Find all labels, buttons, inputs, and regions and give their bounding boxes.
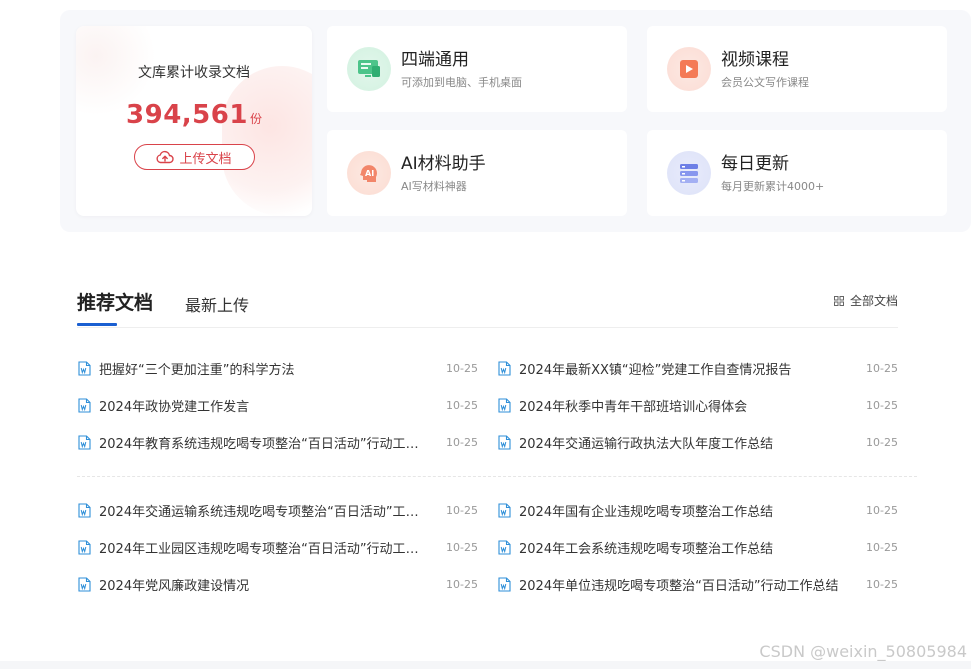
document-date: 10-25 <box>446 435 478 449</box>
word-doc-icon <box>78 360 91 376</box>
document-row[interactable]: 2024年工会系统违规吃喝专项整治工作总结 10-25 <box>498 537 898 557</box>
document-row[interactable]: 2024年交通运输行政执法大队年度工作总结 10-25 <box>498 432 898 452</box>
document-title[interactable]: 2024年党风廉政建设情况 <box>99 575 425 594</box>
bottom-strip <box>0 661 971 669</box>
tab-active-indicator <box>77 323 117 326</box>
document-row[interactable]: 2024年单位违规吃喝专项整治“百日活动”行动工作总结 10-25 <box>498 574 898 594</box>
word-doc-icon <box>498 360 511 376</box>
cloud-upload-icon <box>156 150 175 164</box>
feature-card-ai-assistant[interactable]: AI AI材料助手 AI写材料神器 <box>327 130 627 216</box>
document-date: 10-25 <box>866 577 898 591</box>
document-title[interactable]: 2024年最新XX镇“迎检”党建工作自查情况报告 <box>519 359 845 378</box>
stack-icon <box>667 151 711 195</box>
feature-subtitle: AI写材料神器 <box>401 179 467 193</box>
devices-icon <box>347 47 391 91</box>
library-stats-card: 文库累计收录文档 394,561 份 上传文档 <box>76 26 312 216</box>
grid-icon <box>833 295 844 306</box>
upload-document-button[interactable]: 上传文档 <box>133 144 255 170</box>
feature-title: 每日更新 <box>721 153 789 174</box>
feature-subtitle: 每月更新累计4000+ <box>721 179 825 193</box>
feature-title: AI材料助手 <box>401 153 486 174</box>
document-date: 10-25 <box>446 540 478 554</box>
document-row[interactable]: 2024年国有企业违规吃喝专项整治工作总结 10-25 <box>498 500 898 520</box>
document-title[interactable]: 2024年政协党建工作发言 <box>99 396 425 415</box>
video-icon <box>667 47 711 91</box>
document-row[interactable]: 2024年工业园区违规吃喝专项整治“百日活动”行动工作总结 10-25 <box>78 537 478 557</box>
word-doc-icon <box>498 502 511 518</box>
feature-card-multi-device[interactable]: 四端通用 可添加到电脑、手机桌面 <box>327 26 627 112</box>
document-row[interactable]: 2024年党风廉政建设情况 10-25 <box>78 574 478 594</box>
tab-latest-upload[interactable]: 最新上传 <box>185 292 249 316</box>
document-row[interactable]: 2024年最新XX镇“迎检”党建工作自查情况报告 10-25 <box>498 358 898 378</box>
word-doc-icon <box>78 434 91 450</box>
list-divider <box>77 476 917 477</box>
document-title[interactable]: 2024年交通运输行政执法大队年度工作总结 <box>519 433 845 452</box>
feature-subtitle: 会员公文写作课程 <box>721 75 809 89</box>
document-date: 10-25 <box>866 435 898 449</box>
document-date: 10-25 <box>866 503 898 517</box>
document-title[interactable]: 2024年秋季中青年干部班培训心得体会 <box>519 396 845 415</box>
tab-recommended[interactable]: 推荐文档 <box>77 288 153 315</box>
document-date: 10-25 <box>866 361 898 375</box>
document-title[interactable]: 2024年教育系统违规吃喝专项整治“百日活动”行动工作总结 <box>99 433 425 452</box>
ai-head-icon: AI <box>347 151 391 195</box>
document-date: 10-25 <box>866 540 898 554</box>
document-date: 10-25 <box>446 577 478 591</box>
document-title[interactable]: 2024年交通运输系统违规吃喝专项整治“百日活动”工作总结 <box>99 501 425 520</box>
decoration-blob <box>222 66 312 216</box>
upload-button-label: 上传文档 <box>179 151 232 167</box>
word-doc-icon <box>78 397 91 413</box>
document-date: 10-25 <box>866 398 898 412</box>
word-doc-icon <box>78 502 91 518</box>
stats-label: 文库累计收录文档 <box>138 65 250 81</box>
word-doc-icon <box>78 539 91 555</box>
feature-card-daily-update[interactable]: 每日更新 每月更新累计4000+ <box>647 130 947 216</box>
document-date: 10-25 <box>446 503 478 517</box>
feature-title: 四端通用 <box>401 49 469 70</box>
word-doc-icon <box>498 434 511 450</box>
document-title[interactable]: 2024年工会系统违规吃喝专项整治工作总结 <box>519 538 845 557</box>
document-date: 10-25 <box>446 398 478 412</box>
all-documents-link[interactable]: 全部文档 <box>833 292 898 309</box>
document-row[interactable]: 把握好“三个更加注重”的科学方法 10-25 <box>78 358 478 378</box>
stats-unit: 份 <box>249 112 262 126</box>
stats-number-row: 394,561 份 <box>76 100 312 130</box>
word-doc-icon <box>498 576 511 592</box>
svg-text:AI: AI <box>365 169 374 178</box>
document-row[interactable]: 2024年秋季中青年干部班培训心得体会 10-25 <box>498 395 898 415</box>
feature-title: 视频课程 <box>721 49 789 70</box>
watermark: CSDN @weixin_50805984 <box>759 642 967 661</box>
document-tabs: 推荐文档 最新上传 全部文档 <box>77 286 898 328</box>
word-doc-icon <box>498 397 511 413</box>
document-title[interactable]: 把握好“三个更加注重”的科学方法 <box>99 359 425 378</box>
document-row[interactable]: 2024年教育系统违规吃喝专项整治“百日活动”行动工作总结 10-25 <box>78 432 478 452</box>
all-documents-label: 全部文档 <box>849 294 898 308</box>
document-row[interactable]: 2024年政协党建工作发言 10-25 <box>78 395 478 415</box>
word-doc-icon <box>78 576 91 592</box>
document-title[interactable]: 2024年单位违规吃喝专项整治“百日活动”行动工作总结 <box>519 575 845 594</box>
word-doc-icon <box>498 539 511 555</box>
document-row[interactable]: 2024年交通运输系统违规吃喝专项整治“百日活动”工作总结 10-25 <box>78 500 478 520</box>
document-title[interactable]: 2024年工业园区违规吃喝专项整治“百日活动”行动工作总结 <box>99 538 425 557</box>
document-date: 10-25 <box>446 361 478 375</box>
feature-subtitle: 可添加到电脑、手机桌面 <box>401 75 522 89</box>
feature-card-video-course[interactable]: 视频课程 会员公文写作课程 <box>647 26 947 112</box>
document-title[interactable]: 2024年国有企业违规吃喝专项整治工作总结 <box>519 501 845 520</box>
stats-number: 394,561 <box>126 100 248 130</box>
